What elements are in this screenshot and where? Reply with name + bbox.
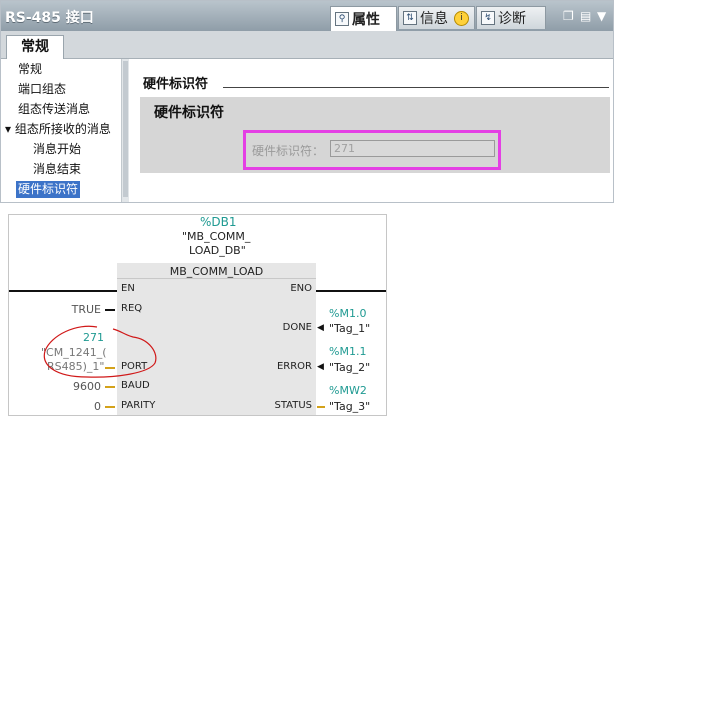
section-divider <box>223 87 609 88</box>
section-title: 硬件标识符 <box>143 77 209 92</box>
chevron-down-icon[interactable]: ▼ <box>597 9 606 23</box>
wire-parity <box>105 406 115 408</box>
group-title: 硬件标识符 <box>154 105 224 121</box>
pin-done: DONE <box>282 322 312 333</box>
nav-item-transmit-config[interactable]: 组态传送消息 <box>18 101 90 118</box>
nav-item-hardware-id[interactable]: 硬件标识符 <box>16 181 81 198</box>
pin-en: EN <box>121 283 135 294</box>
wire-status <box>317 406 325 408</box>
status-address: %MW2 <box>329 384 367 397</box>
tab-properties-label: 属性 <box>352 12 380 28</box>
pin-error: ERROR <box>276 361 312 372</box>
function-block-divider <box>117 278 316 279</box>
error-arrow-icon: ◀ <box>317 362 324 372</box>
wire-req <box>105 309 115 311</box>
pin-status: STATUS <box>274 400 312 411</box>
pin-eno: ENO <box>290 283 312 294</box>
parity-value: 0 <box>94 400 101 413</box>
info-icon: i <box>454 10 469 26</box>
nav-item-message-start[interactable]: 消息开始 <box>33 141 81 158</box>
tab-diagnostics[interactable]: ↯ 诊断 <box>476 6 546 29</box>
done-arrow-icon: ◀ <box>317 323 324 333</box>
error-address: %M1.1 <box>329 345 367 358</box>
ladder-diagram: %DB1 "MB_COMM_ LOAD_DB" MB_COMM_LOAD EN … <box>8 214 387 416</box>
split-view-icon[interactable]: ▤ <box>580 9 591 23</box>
pin-req: REQ <box>121 303 143 314</box>
nav-item-general[interactable]: 常规 <box>18 61 42 78</box>
diagnostics-icon: ↯ <box>481 11 495 25</box>
pin-parity: PARITY <box>121 400 156 411</box>
db-address: %DB1 <box>200 215 237 229</box>
power-rail-out <box>316 290 386 292</box>
hardware-id-label: 硬件标识符： <box>252 144 325 158</box>
properties-icon: ⚲ <box>335 12 349 26</box>
info-list-icon: ⇅ <box>403 11 417 25</box>
pin-baud: BAUD <box>121 380 150 391</box>
db-name-line1: "MB_COMM_ <box>182 230 251 243</box>
sidebar-nav: 常规 端口组态 组态传送消息 ▾ 组态所接收的消息 消息开始 消息结束 硬件标识… <box>1 59 121 202</box>
baud-value: 9600 <box>73 380 101 393</box>
properties-panel: RS-485 接口 ⚲ 属性 ⇅ 信息 i ↯ 诊断 ❐ ▤ ▼ 常规 常规 端… <box>0 0 614 203</box>
tab-info-label: 信息 <box>420 11 448 27</box>
tab-diagnostics-label: 诊断 <box>498 11 526 27</box>
highlight-frame: 硬件标识符： 271 <box>243 130 501 170</box>
function-block-name: MB_COMM_LOAD <box>169 265 264 278</box>
hardware-id-group: 硬件标识符 硬件标识符： 271 <box>140 97 610 173</box>
done-address: %M1.0 <box>329 307 367 320</box>
title-bar: RS-485 接口 ⚲ 属性 ⇅ 信息 i ↯ 诊断 ❐ ▤ ▼ <box>1 1 613 31</box>
done-tag: "Tag_1" <box>329 322 371 335</box>
error-tag: "Tag_2" <box>329 361 371 374</box>
tab-info[interactable]: ⇅ 信息 i <box>398 6 475 29</box>
status-tag: "Tag_3" <box>329 400 371 413</box>
hardware-id-field: 271 <box>330 140 495 157</box>
content-area: 硬件标识符 硬件标识符 硬件标识符： 271 <box>129 59 613 202</box>
req-value: TRUE <box>71 303 101 316</box>
nav-item-receive-config[interactable]: ▾ 组态所接收的消息 <box>5 121 111 138</box>
tab-row: 常规 <box>1 31 613 59</box>
nav-item-message-end[interactable]: 消息结束 <box>33 161 81 178</box>
red-annotation-circle <box>43 325 157 378</box>
restore-icon[interactable]: ❐ <box>563 9 574 23</box>
tab-general[interactable]: 常规 <box>6 35 64 59</box>
nav-item-port-config[interactable]: 端口组态 <box>18 81 66 98</box>
power-rail-in <box>9 290 117 292</box>
window-title: RS-485 接口 <box>5 10 94 26</box>
nav-scrollbar-thumb[interactable] <box>123 61 128 197</box>
wire-baud <box>105 386 115 388</box>
tab-properties[interactable]: ⚲ 属性 <box>330 6 397 31</box>
db-name-line2: LOAD_DB" <box>189 244 246 257</box>
